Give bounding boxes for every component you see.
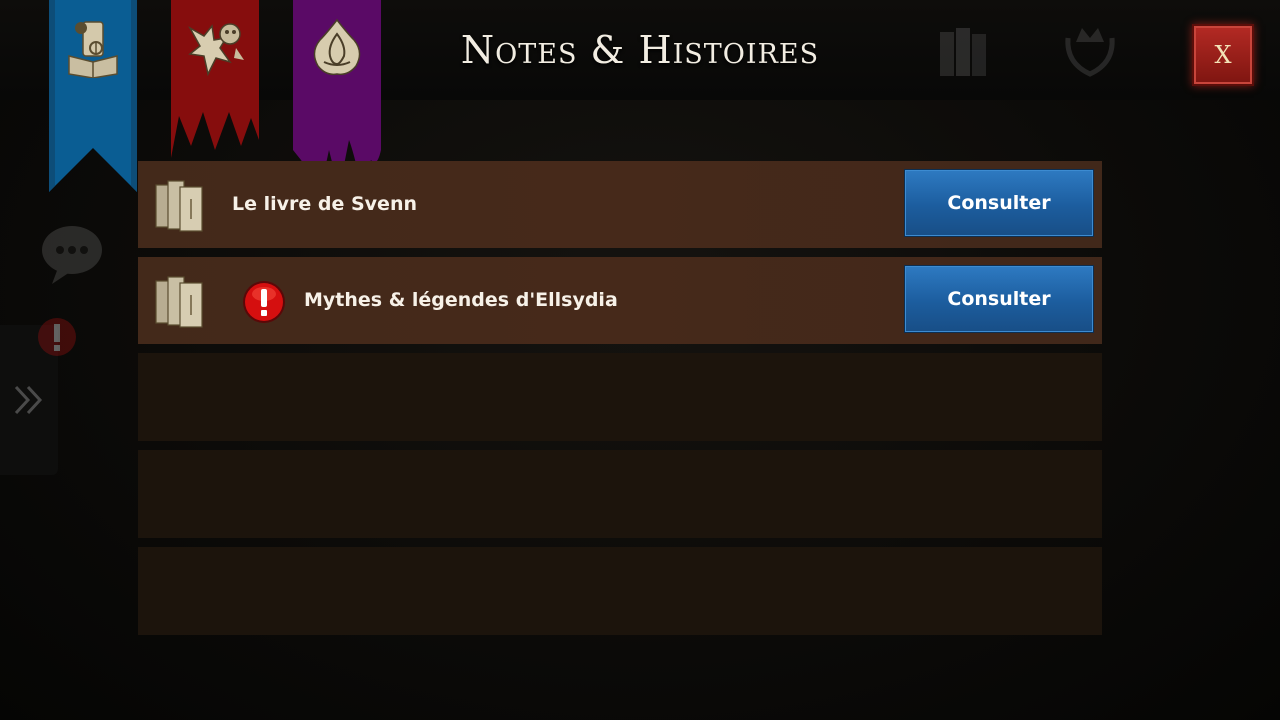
side-alert-icon	[36, 316, 78, 362]
books-icon	[154, 179, 206, 237]
alert-icon	[242, 280, 286, 328]
double-chevron-right-icon[interactable]	[12, 383, 46, 421]
page-title: Notes & Histoires	[460, 28, 820, 72]
empty-slot	[138, 353, 1102, 441]
tab-creatures[interactable]	[171, 0, 259, 160]
list-item: Mythes & légendes d'Ellsydia Consulter	[138, 257, 1102, 344]
speech-bubble-icon	[38, 220, 106, 292]
empty-slot	[138, 450, 1102, 538]
entry-title: Mythes & légendes d'Ellsydia	[304, 289, 618, 311]
books-icon	[154, 275, 206, 333]
entry-list: Le livre de Svenn Consulter Mythes & lég…	[138, 161, 1102, 644]
list-item: Le livre de Svenn Consulter	[138, 161, 1102, 248]
empty-slot	[138, 547, 1102, 635]
close-button[interactable]: X	[1192, 24, 1254, 86]
consult-button[interactable]: Consulter	[904, 169, 1094, 237]
entry-title: Le livre de Svenn	[232, 193, 417, 215]
consult-button[interactable]: Consulter	[904, 265, 1094, 333]
